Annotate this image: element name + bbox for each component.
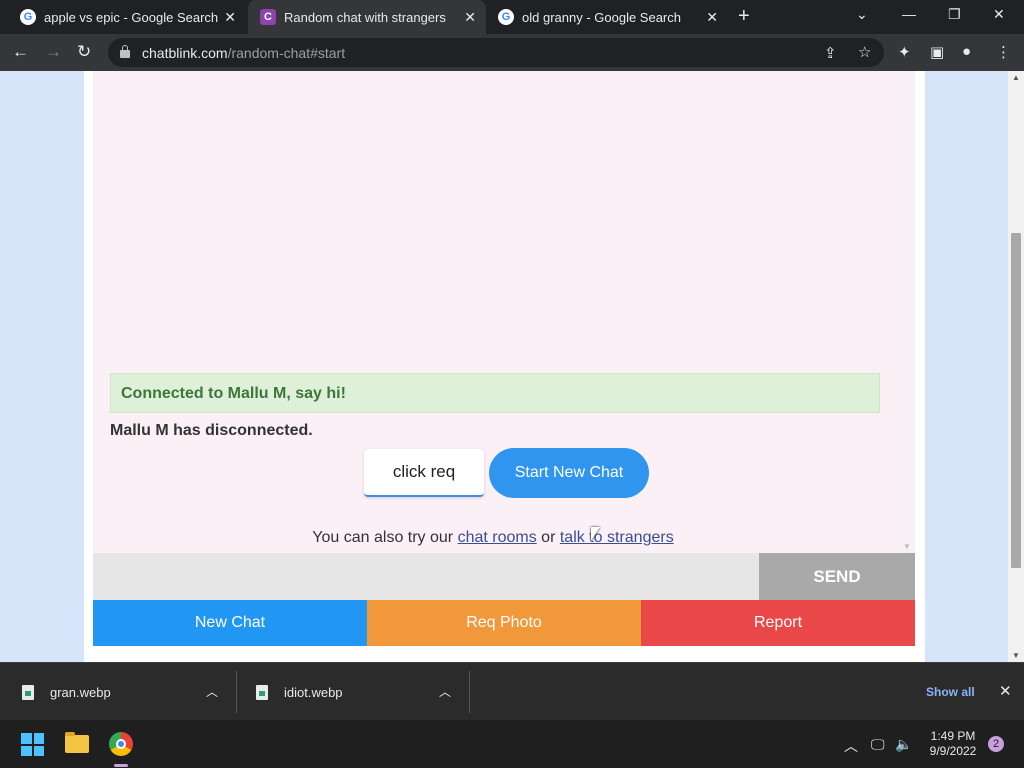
reload-icon[interactable]: ↻ [77,42,91,62]
google-icon: G [20,9,36,25]
clock-time: 1:49 PM [930,729,976,743]
address-bar[interactable]: chatblink.com/random-chat#start ⇪ ☆ [108,38,884,67]
send-button[interactable]: SEND [759,553,915,600]
scrollbar-thumb[interactable] [1011,233,1021,568]
side-panel-icon[interactable]: ▣ [930,43,944,61]
close-window-icon[interactable]: ✕ [993,6,1005,23]
chrome-icon[interactable] [109,732,133,756]
req-photo-button[interactable]: Req Photo [367,600,641,646]
disconnected-status: Mallu M has disconnected. [110,422,313,439]
tab-title: Random chat with strangers [284,9,446,25]
report-button[interactable]: Report [641,600,915,646]
tab-title: old granny - Google Search [522,9,681,25]
new-tab-icon[interactable]: + [738,5,750,28]
page-viewport: Connected to Mallu M, say hi! Mallu M ha… [0,71,1008,662]
chat-container: Connected to Mallu M, say hi! Mallu M ha… [84,71,925,662]
tab-strip: G apple vs epic - Google Search ✕ C Rand… [0,0,1024,34]
clock-date: 9/9/2022 [929,744,977,758]
profile-icon[interactable]: ● [962,43,971,60]
alternatives-text: You can also try our chat rooms or talk … [93,529,893,547]
talk-to-strangers-link[interactable]: talk to strangers [560,529,674,546]
divider [469,671,470,713]
tab-apple-vs-epic[interactable]: G apple vs epic - Google Search ✕ [0,0,246,34]
display-icon[interactable]: 🖵 [871,736,885,753]
tab-search-icon[interactable]: ⌄ [856,6,868,23]
webp-file-icon [22,684,34,700]
menu-icon[interactable]: ⋮ [996,43,1011,61]
download-filename: idiot.webp [284,684,343,700]
webp-file-icon [256,684,268,700]
download-item[interactable]: idiot.webp ︿ [256,663,469,721]
forward-icon[interactable]: → [45,42,62,62]
download-bar: gran.webp ︿ idiot.webp ︿ Show all ✕ [0,662,1024,720]
connected-status: Connected to Mallu M, say hi! [110,373,880,413]
download-item[interactable]: gran.webp ︿ [22,663,236,721]
divider [236,671,237,713]
chat-rooms-link[interactable]: chat rooms [458,529,537,546]
start-new-chat-button[interactable]: Start New Chat [489,448,649,498]
url-text[interactable]: chatblink.com/random-chat#start [142,45,345,61]
url-host: chatblink.com [142,45,228,61]
chevron-up-icon[interactable]: ︿ [844,736,858,756]
tab-title: apple vs epic - Google Search [44,9,219,25]
chat-log[interactable]: Connected to Mallu M, say hi! Mallu M ha… [93,71,900,553]
message-input[interactable] [93,553,759,600]
chatblink-icon: C [260,9,276,25]
tab-old-granny[interactable]: G old granny - Google Search ✕ [488,0,728,34]
close-tab-icon[interactable]: ✕ [224,9,236,26]
tab-random-chat[interactable]: C Random chat with strangers ✕ [248,0,486,34]
mouse-cursor-icon [591,527,600,541]
taskbar: ︿ 🖵 🔈 1:49 PM 9/9/2022 2 [0,720,1024,768]
windows-start-icon[interactable] [21,733,44,756]
minimize-icon[interactable]: — [902,6,916,22]
scroll-down-icon[interactable]: ▼ [1012,651,1020,660]
clock[interactable]: 1:49 PM 9/9/2022 [920,729,986,759]
chevron-up-icon[interactable]: ︿ [439,683,451,700]
close-tab-icon[interactable]: ✕ [706,9,718,26]
share-icon[interactable]: ⇪ [824,44,837,62]
message-row: SEND [93,553,915,600]
scroll-up-icon[interactable]: ▲ [1012,73,1020,82]
click-req-button[interactable]: click req [364,449,484,497]
bookmark-star-icon[interactable]: ☆ [858,43,871,61]
url-path: /random-chat#start [227,45,346,61]
new-chat-button[interactable]: New Chat [93,600,367,646]
active-app-indicator [114,764,128,767]
close-tab-icon[interactable]: ✕ [464,9,476,26]
google-icon: G [498,9,514,25]
page-scrollbar[interactable]: ▲ ▼ [1008,71,1024,662]
extensions-icon[interactable]: ✦ [898,43,911,61]
file-explorer-icon[interactable] [65,732,89,753]
volume-icon[interactable]: 🔈 [895,736,912,753]
show-all-downloads-link[interactable]: Show all [926,685,975,699]
download-filename: gran.webp [50,684,111,700]
back-icon[interactable]: ← [12,42,29,62]
restore-icon[interactable]: ❐ [948,6,961,23]
chat-log-scrollbar[interactable]: ▼ [900,71,915,553]
close-download-bar-icon[interactable]: ✕ [999,682,1012,700]
notification-badge[interactable]: 2 [988,736,1004,752]
browser-toolbar: ← → ↻ chatblink.com/random-chat#start ⇪ … [0,34,1024,71]
action-row: New Chat Req Photo Report [93,600,915,646]
lock-icon[interactable] [120,45,130,58]
alt-or: or [541,529,556,546]
chevron-up-icon[interactable]: ︿ [206,683,218,700]
scroll-down-icon[interactable]: ▼ [903,542,911,551]
alt-prefix: You can also try our [312,529,454,546]
